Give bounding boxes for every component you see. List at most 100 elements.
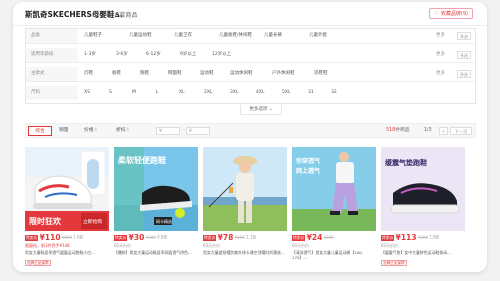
sort-arrows-icon: ⇕	[93, 128, 98, 133]
product-name[interactable]: 【爆款】男女大童运动鞋夏季网面透气拼色...	[114, 250, 198, 260]
page-frame: 斯凯奇SKECHERS母婴鞋... 5款商品 ♡ 收藏品牌(9) 品类 儿童鞋子 …	[13, 2, 487, 272]
price: ¥113	[395, 233, 417, 242]
product-name[interactable]: 【清凉透气】男女大童儿童运动裤【100-170】...	[292, 250, 376, 260]
original-price: ¥699	[61, 235, 73, 240]
filter-option[interactable]: 网面鞋	[168, 67, 182, 81]
store-header: 斯凯奇SKECHERS母婴鞋... 5款商品 ♡ 收藏品牌(9)	[13, 2, 487, 26]
filter-option[interactable]: L	[156, 86, 159, 100]
product-card[interactable]: 柔软轻便跑鞋 网卡精选 特卖价 ¥30 ¥399 0.8折 60天价价 【爆款】…	[114, 147, 198, 265]
promo-buy-text: 立即抢购	[83, 218, 102, 225]
product-image[interactable]	[203, 147, 287, 231]
filter-row-age: 适用年龄段 1-3岁 3-6岁 6-12岁 9岁以上 12岁以上 更多 多选	[26, 48, 475, 63]
sort-discount[interactable]: 折扣⇕	[116, 126, 130, 136]
sort-price-label: 价格	[84, 128, 94, 133]
price-note: 60天价价	[203, 243, 221, 248]
guarantee-badge: 品牌正品保障	[25, 260, 51, 266]
sort-discount-label: 折扣	[116, 128, 126, 133]
filter-option[interactable]: 31	[308, 86, 314, 100]
filter-option[interactable]: 灯鞋	[84, 67, 93, 81]
price-note: 60天价价	[114, 243, 132, 248]
filter-option[interactable]: XL	[179, 86, 185, 100]
price-min-input[interactable]: ¥	[156, 127, 180, 135]
filter-option[interactable]: 儿童长裤	[264, 29, 282, 43]
filter-option[interactable]: 儿童鞋子	[84, 29, 102, 43]
filter-option[interactable]: 1-3岁	[84, 48, 96, 62]
filter-option[interactable]: S	[109, 86, 112, 100]
filter-more-button[interactable]: 更多	[436, 29, 445, 43]
price-row: 特卖价 ¥30 ¥399 0.8折	[114, 233, 198, 243]
price-row: 特卖价 ¥110 ¥699 1.6折	[25, 233, 109, 243]
page-indicator: 1/3	[424, 128, 432, 133]
price-max-input[interactable]: ¥	[186, 127, 210, 135]
filter-option[interactable]: 凉鞋鞋	[314, 67, 328, 81]
filter-option[interactable]: 儿童卫衣	[174, 29, 192, 43]
filter-more-button[interactable]: 更多	[436, 67, 445, 81]
next-page-button[interactable]: 下一页	[450, 127, 472, 135]
favorite-brand-button[interactable]: ♡ 收藏品牌(9)	[429, 8, 473, 19]
filter-option[interactable]: 3XL	[230, 86, 238, 100]
filter-option[interactable]: 5XL	[282, 86, 290, 100]
price-row: 特卖价 ¥113 ¥399 1.8折	[381, 233, 465, 243]
filter-option[interactable]: 跑鞋	[140, 67, 149, 81]
filter-multi-button[interactable]: 多选	[457, 70, 471, 78]
product-card[interactable]: 你穿透气 网上透气 特卖价 ¥24 ¥299 60天价价 【清凉透气】男女大童儿…	[292, 147, 376, 265]
product-name[interactable]: 男女大童鞋夏季透气缓震运动跑鞋小白...	[25, 250, 109, 260]
filter-option[interactable]: 9岁以上	[180, 48, 196, 62]
product-image[interactable]: 你穿透气 网上透气	[292, 147, 376, 231]
promo-banner-text: 你穿透气	[295, 157, 320, 165]
product-name[interactable]: 【缓震气垫】女中大童拼色运动鞋休闲...	[381, 250, 465, 260]
filter-option[interactable]: 运动鞋	[200, 67, 214, 81]
filter-option[interactable]: 32	[331, 86, 337, 100]
price: ¥30	[128, 233, 145, 242]
total-count-label: 件商品	[395, 128, 410, 133]
filter-multi-button[interactable]: 多选	[457, 32, 471, 40]
filter-option[interactable]: 2XL	[204, 86, 212, 100]
filter-option[interactable]: 儿童板鞋/休闲鞋	[219, 29, 252, 43]
filter-option[interactable]: 板鞋	[112, 67, 121, 81]
total-count: 518件商品	[386, 126, 410, 136]
sort-price[interactable]: 价格⇕	[84, 126, 98, 136]
prev-page-button[interactable]: <	[439, 127, 448, 135]
filter-multi-button[interactable]: 多选	[457, 51, 471, 59]
filter-label: 主款式	[26, 67, 78, 81]
favorite-brand-label: 收藏品牌(9)	[440, 11, 468, 17]
discount: 1.8折	[429, 234, 440, 240]
price-note: 60天价价	[381, 243, 399, 248]
price-range-dash: -	[183, 128, 185, 133]
product-card[interactable]: 缓震气垫跑鞋 特卖价 ¥113 ¥399 1.8折 60天价价 【缓震气垫】女中…	[381, 147, 465, 266]
price-row: 特卖价 ¥24 ¥299	[292, 233, 376, 243]
original-price: ¥399	[417, 235, 429, 240]
store-name[interactable]: 斯凯奇SKECHERS母婴鞋...	[25, 9, 123, 20]
sort-sales[interactable]: 销量	[59, 126, 69, 136]
price-tag: 特卖价	[292, 234, 306, 241]
product-image[interactable]: 柔软轻便跑鞋 网卡精选	[114, 147, 198, 231]
price: ¥110	[39, 233, 61, 242]
filter-label: 尺码	[26, 86, 78, 100]
product-name[interactable]: 男女大童遮阳帽防紫外线卡通空顶帽时尚潮流...	[203, 250, 287, 260]
product-image[interactable]: 缓震气垫跑鞋	[381, 147, 465, 231]
filter-option[interactable]: 4XL	[256, 86, 264, 100]
price-note: 60天价价	[292, 243, 310, 248]
filter-more-button[interactable]: 更多	[436, 48, 445, 62]
filter-option[interactable]: 12岁以上	[212, 48, 231, 62]
filter-option[interactable]: 户外休闲鞋	[272, 67, 295, 81]
more-options-toggle[interactable]: 更多选项 ⌄	[240, 105, 282, 115]
filter-option[interactable]: 6-12岁	[146, 48, 161, 62]
filter-option[interactable]: 运动休闲鞋	[230, 67, 253, 81]
price: ¥24	[306, 233, 323, 242]
product-card[interactable]: 特卖价 ¥78 ¥399 1.1折 60天价价 男女大童遮阳帽防紫外线卡通空顶帽…	[203, 147, 287, 265]
promo-sub-text: 网上透气	[296, 167, 320, 175]
filter-option[interactable]: 儿童外套	[309, 29, 327, 43]
filter-label: 适用年龄段	[26, 48, 78, 62]
filter-option[interactable]: 儿童运动鞋	[129, 29, 152, 43]
discount: 1.1折	[246, 234, 257, 240]
filter-option[interactable]: 3-6岁	[116, 48, 128, 62]
sort-comprehensive[interactable]: 综合	[28, 126, 52, 136]
product-image[interactable]: 限时狂欢 立即抢购	[25, 147, 109, 231]
product-card[interactable]: 限时狂欢 立即抢购 特卖价 ¥110 ¥699 1.6折 限量抢，前3件到手¥1…	[25, 147, 109, 266]
price-tag: 特卖价	[381, 234, 395, 241]
discount: 0.8折	[157, 234, 168, 240]
filter-option[interactable]: XS	[84, 86, 90, 100]
promo-banner-text: 缓震气垫跑鞋	[384, 158, 427, 167]
filter-option[interactable]: M	[132, 86, 136, 100]
